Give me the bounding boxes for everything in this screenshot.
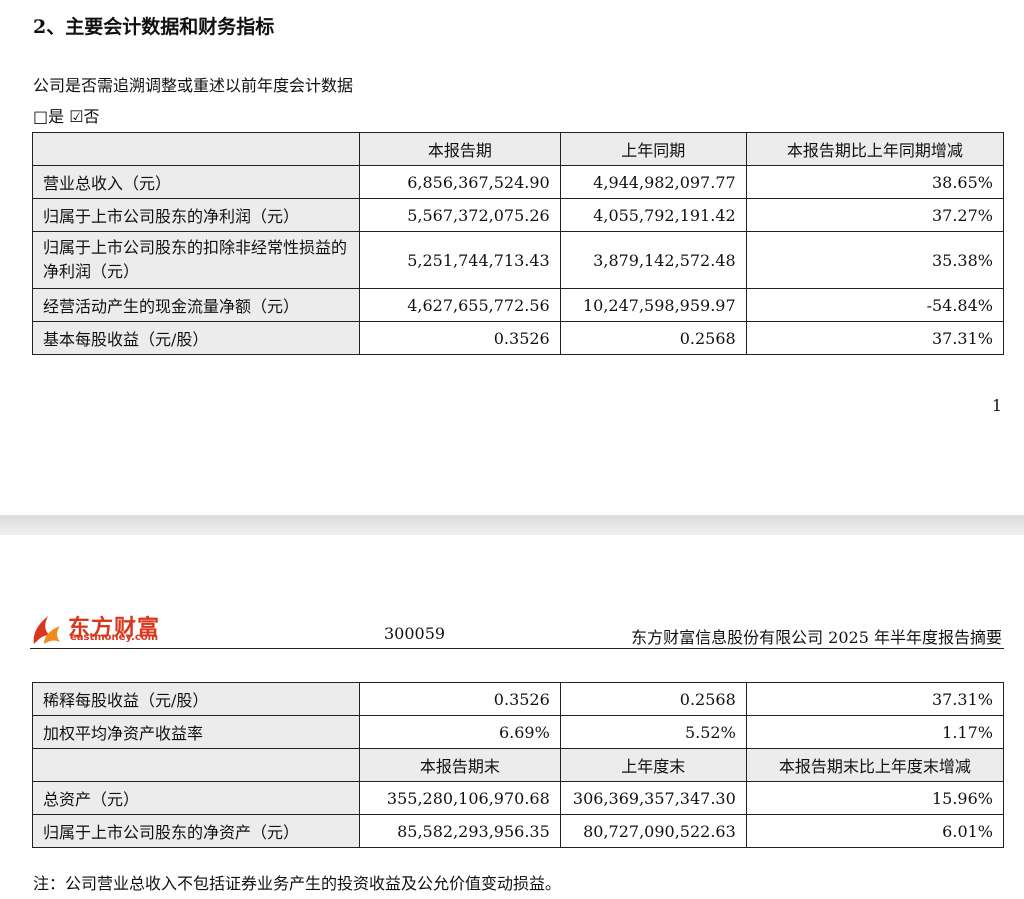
value-change: 1.17% [745,715,1005,749]
value-change: -54.84% [745,288,1005,322]
row-label: 稀释每股收益（元/股） [32,682,360,716]
value-prior: 3,879,142,572.48 [559,231,747,289]
table-row: 归属于上市公司股东的净资产（元） 85,582,293,956.35 80,72… [32,814,1005,848]
row-label: 归属于上市公司股东的净资产（元） [32,814,360,848]
value-current: 5,567,372,075.26 [358,198,561,232]
value-current: 85,582,293,956.35 [358,814,561,848]
value-current: 4,627,655,772.56 [358,288,561,322]
header-divider [30,648,1004,649]
table-subheader-row: 本报告期末 上年度末 本报告期末比上年度末增减 [32,748,1005,782]
value-current: 0.3526 [358,682,561,716]
restatement-question: 公司是否需追溯调整或重述以前年度会计数据 [33,76,354,95]
value-change: 38.65% [745,165,1005,199]
value-prior: 0.2568 [559,682,747,716]
value-change: 37.31% [745,321,1005,355]
value-prior: 80,727,090,522.63 [559,814,747,848]
header-period-end: 本报告期末 [358,748,561,782]
table-row: 归属于上市公司股东的净利润（元） 5,567,372,075.26 4,055,… [32,198,1005,232]
header-prior: 上年同期 [559,132,747,166]
table-row: 经营活动产生的现金流量净额（元） 4,627,655,772.56 10,247… [32,288,1005,322]
value-change: 15.96% [745,781,1005,815]
page-number: 1 [991,396,1002,415]
eastmoney-logo: 东方财富 eastmoney.com [30,610,170,646]
page-top: 2、主要会计数据和财务指标 公司是否需追溯调整或重述以前年度会计数据 □是 ☑否… [0,0,1024,515]
value-change: 37.31% [745,682,1005,716]
value-current: 6.69% [358,715,561,749]
value-change: 6.01% [745,814,1005,848]
value-change: 35.38% [745,231,1005,289]
row-label: 总资产（元） [32,781,360,815]
table-row: 归属于上市公司股东的扣除非经常性损益的净利润（元） 5,251,744,713.… [32,231,1005,289]
table-row: 加权平均净资产收益率 6.69% 5.52% 1.17% [32,715,1005,749]
value-prior: 4,055,792,191.42 [559,198,747,232]
stock-code: 300059 [384,624,446,643]
financial-table-2: 稀释每股收益（元/股） 0.3526 0.2568 37.31% 加权平均净资产… [32,682,1005,848]
row-label: 归属于上市公司股东的扣除非经常性损益的净利润（元） [32,231,360,289]
row-label: 归属于上市公司股东的净利润（元） [32,198,360,232]
report-title: 东方财富信息股份有限公司 2025 年半年度报告摘要 [631,628,1002,647]
table-header-row: 本报告期 上年同期 本报告期比上年同期增减 [32,132,1005,166]
header-current: 本报告期 [358,132,561,166]
section-title: 2、主要会计数据和财务指标 [33,16,275,38]
value-prior: 4,944,982,097.77 [559,165,747,199]
value-prior: 10,247,598,959.97 [559,288,747,322]
flame-logo-icon [33,616,60,644]
financial-table-1: 本报告期 上年同期 本报告期比上年同期增减 营业总收入（元） 6,856,367… [32,132,1005,355]
header-corner [32,132,360,166]
value-current: 5,251,744,713.43 [358,231,561,289]
value-change: 37.27% [745,198,1005,232]
value-prior: 5.52% [559,715,747,749]
value-current: 355,280,106,970.68 [358,781,561,815]
value-current: 0.3526 [358,321,561,355]
row-label: 经营活动产生的现金流量净额（元） [32,288,360,322]
table-row: 稀释每股收益（元/股） 0.3526 0.2568 37.31% [32,682,1005,716]
logo-text-en: eastmoney.com [70,632,159,643]
table-row: 营业总收入（元） 6,856,367,524.90 4,944,982,097.… [32,165,1005,199]
header-change: 本报告期末比上年度末增减 [745,748,1005,782]
value-current: 6,856,367,524.90 [358,165,561,199]
header-corner [32,748,360,782]
row-label: 营业总收入（元） [32,165,360,199]
row-label: 基本每股收益（元/股） [32,321,360,355]
row-label: 加权平均净资产收益率 [32,715,360,749]
table-row: 基本每股收益（元/股） 0.3526 0.2568 37.31% [32,321,1005,355]
page-separator [0,515,1024,535]
footnote: 注：公司营业总收入不包括证券业务产生的投资收益及公允价值变动损益。 [33,874,562,893]
header-prior-year-end: 上年度末 [559,748,747,782]
restatement-choice: □是 ☑否 [33,107,100,126]
value-prior: 306,369,357,347.30 [559,781,747,815]
header-change: 本报告期比上年同期增减 [745,132,1005,166]
value-prior: 0.2568 [559,321,747,355]
table-row: 总资产（元） 355,280,106,970.68 306,369,357,34… [32,781,1005,815]
